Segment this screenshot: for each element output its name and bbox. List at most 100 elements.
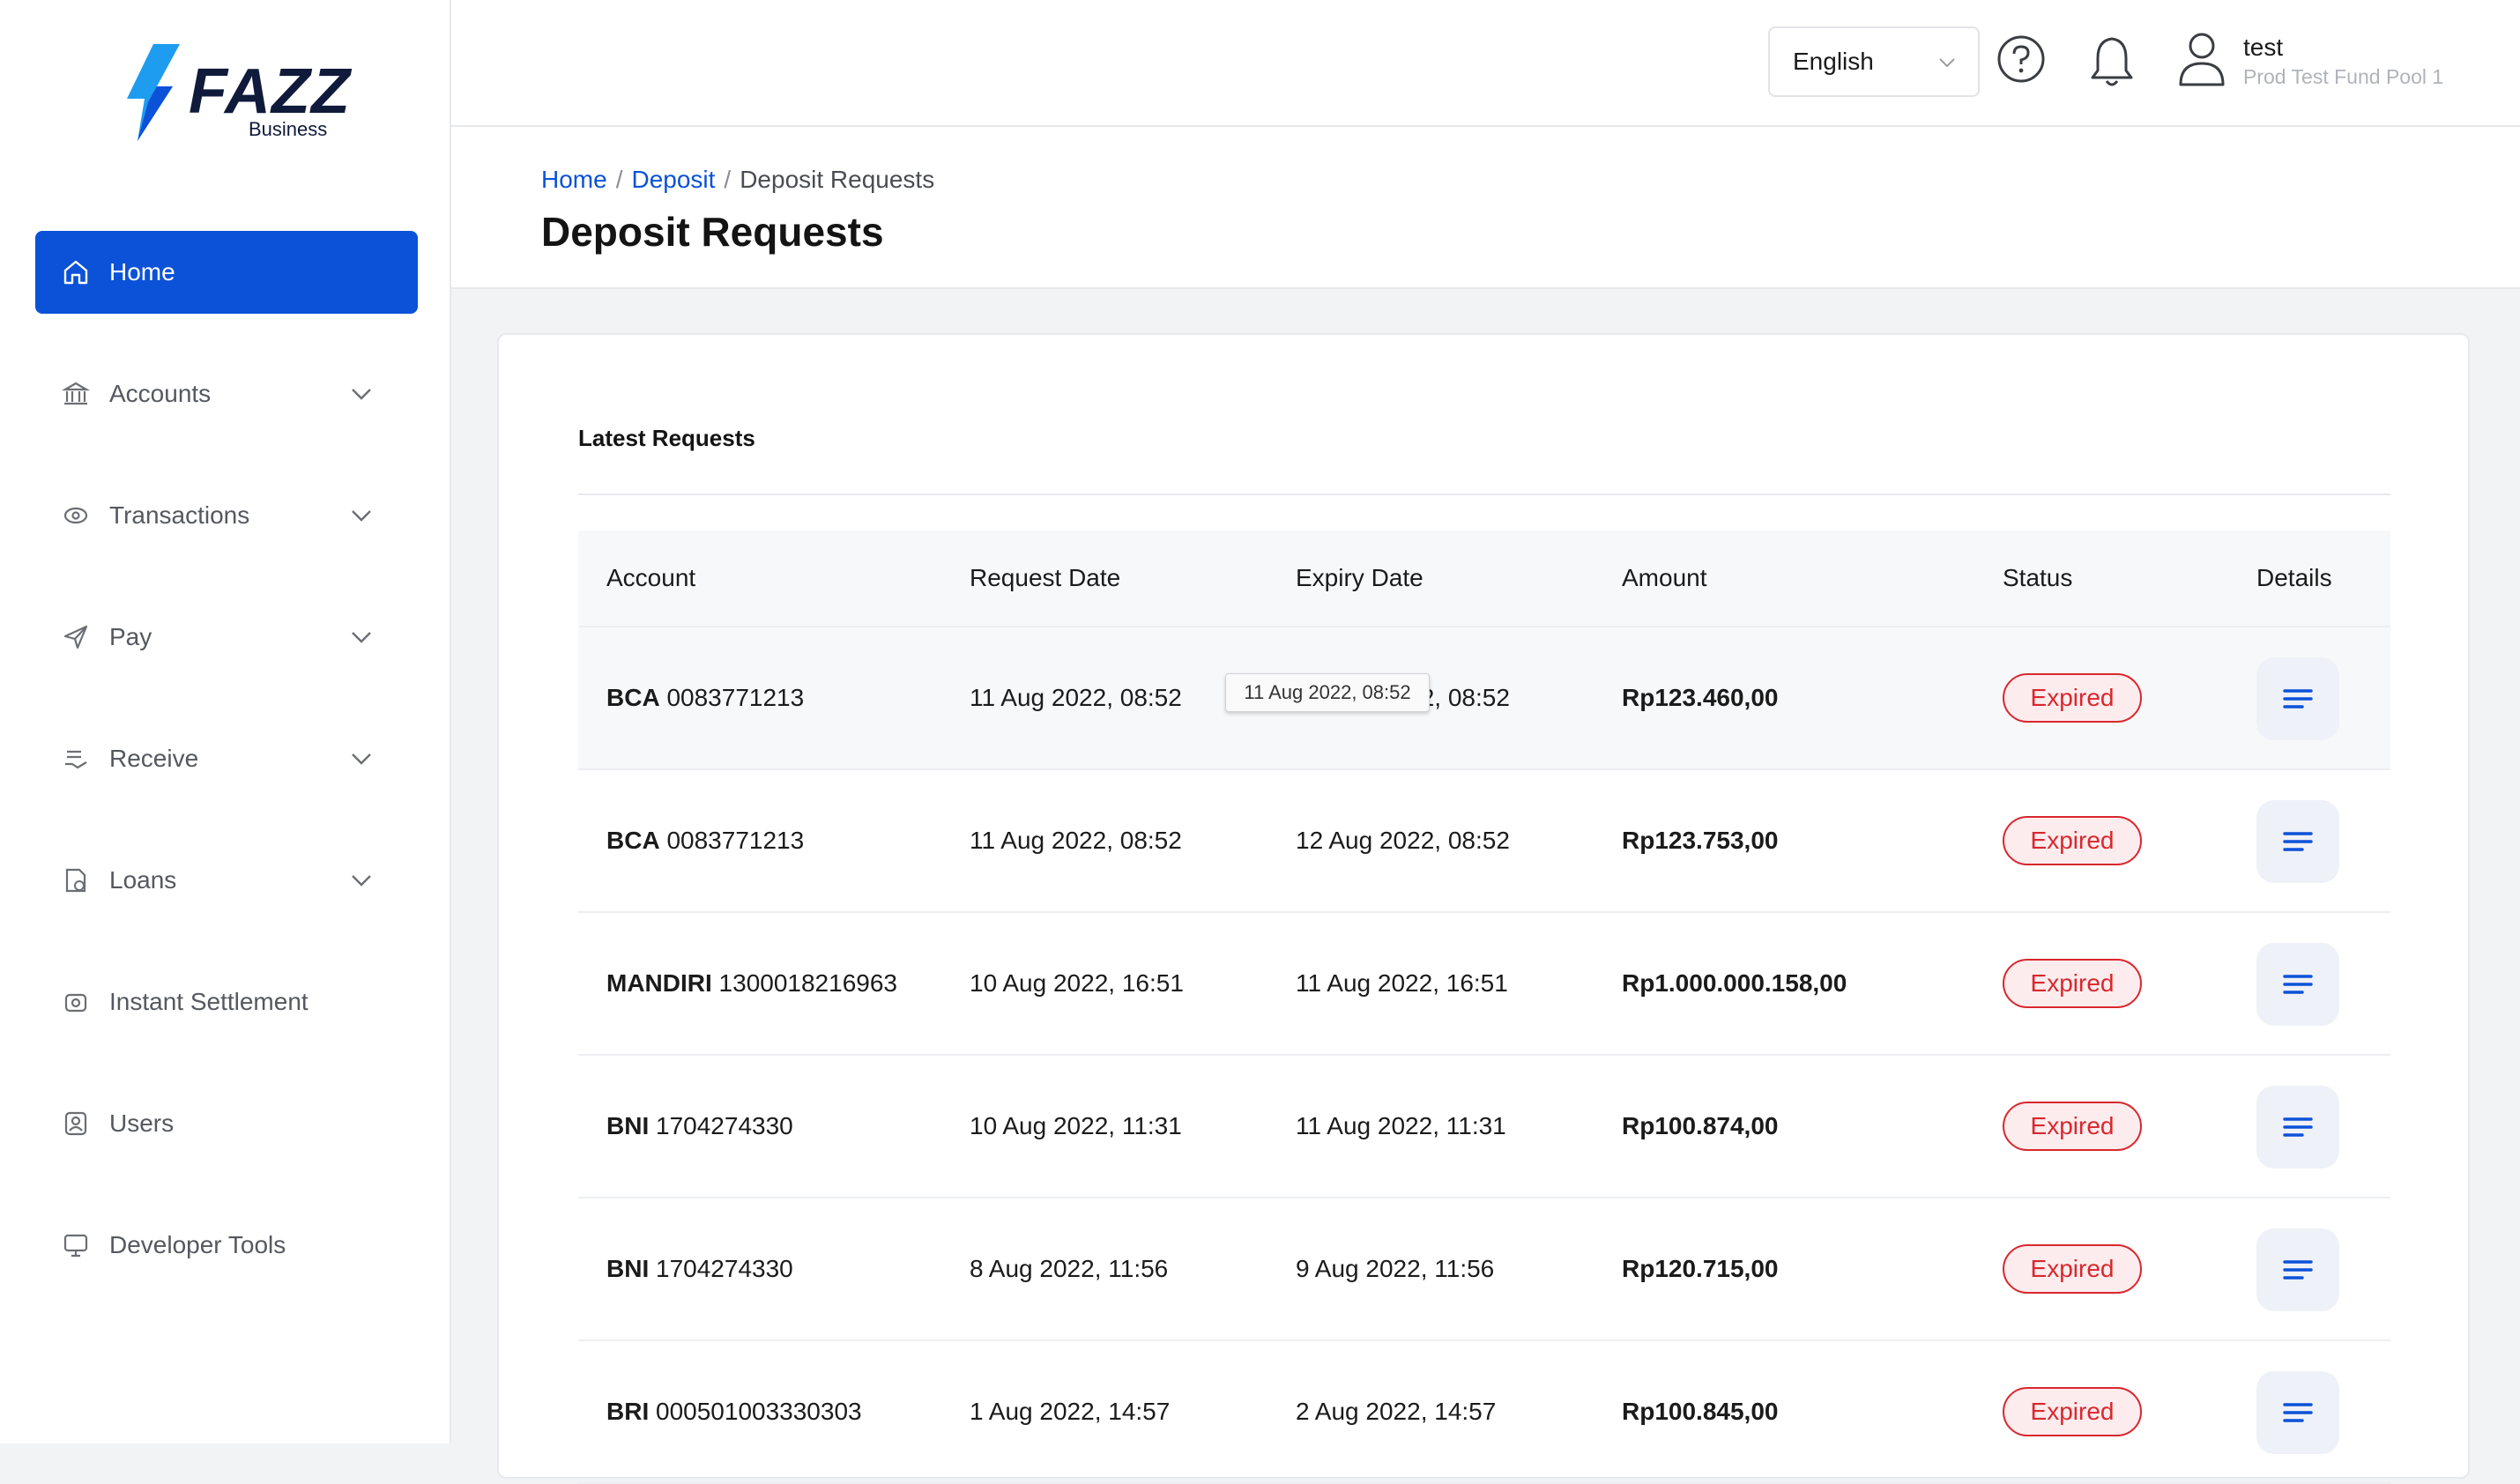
divider: [578, 493, 2390, 495]
breadcrumb-deposit-link[interactable]: Deposit: [631, 166, 715, 193]
bank-name: BCA: [606, 684, 660, 711]
request-date-cell: 8 Aug 2022, 11:56: [970, 1255, 1169, 1282]
expiry-date-cell: 11 Aug 2022, 16:51: [1296, 969, 1508, 997]
transactions-icon: [60, 500, 92, 531]
amount-cell: Rp100.874,00: [1622, 1112, 1779, 1139]
expiry-date-cell: 2 Aug 2022, 14:57: [1296, 1398, 1497, 1425]
sidebar-item-label: Accounts: [109, 380, 212, 407]
status-badge: Expired: [2003, 1387, 2142, 1436]
sidebar-item-loans[interactable]: Loans: [35, 839, 418, 922]
user-name[interactable]: test: [2243, 33, 2283, 62]
help-icon[interactable]: [1996, 33, 2047, 85]
sidebar-item-users[interactable]: Users: [35, 1082, 418, 1165]
chevron-down-icon: [352, 875, 371, 887]
request-date-cell: 11 Aug 2022, 08:52: [970, 827, 1182, 854]
sidebar-item-developer-tools[interactable]: Developer Tools: [35, 1204, 418, 1287]
amount-cell: Rp123.753,00: [1622, 827, 1779, 854]
status-badge: Expired: [2003, 1244, 2142, 1294]
chevron-down-icon: [352, 632, 371, 643]
sidebar: FAZZ Business Home Accounts Transactions…: [0, 0, 451, 1443]
table-row[interactable]: BCA 0083771213 11 Aug 2022, 08:52 12 Aug…: [578, 770, 2390, 913]
list-icon: [2283, 975, 2313, 994]
bank-name: MANDIRI: [606, 969, 712, 997]
details-button[interactable]: [2256, 943, 2339, 1026]
chevron-down-icon: [1939, 58, 1955, 68]
sidebar-item-pay[interactable]: Pay: [35, 596, 418, 679]
account-cell: MANDIRI 1300018216963: [606, 969, 897, 998]
page-title: Deposit Requests: [541, 209, 884, 255]
amount-cell: Rp120.715,00: [1622, 1255, 1779, 1282]
request-date-cell: 11 Aug 2022, 08:52: [970, 684, 1182, 711]
details-button[interactable]: [2256, 1228, 2339, 1311]
table-row[interactable]: MANDIRI 1300018216963 10 Aug 2022, 16:51…: [578, 913, 2390, 1056]
brand-name: FAZZ: [189, 56, 351, 127]
sidebar-item-label: Pay: [109, 623, 152, 650]
list-icon: [2283, 1403, 2313, 1422]
send-icon: [60, 621, 92, 653]
sidebar-item-label: Instant Settlement: [109, 988, 308, 1015]
language-select[interactable]: English: [1768, 26, 1980, 97]
column-header-details: Details: [2256, 564, 2332, 591]
sidebar-item-receive[interactable]: Receive: [35, 717, 418, 800]
account-number: 1704274330: [656, 1255, 793, 1282]
bank-name: BNI: [606, 1255, 650, 1282]
status-badge: Expired: [2003, 673, 2142, 723]
bank-icon: [60, 378, 92, 410]
column-header-account: Account: [606, 564, 696, 591]
expiry-date-cell: 11 Aug 2022, 11:31: [1296, 1112, 1506, 1139]
chevron-down-icon: [352, 510, 371, 522]
user-org: Prod Test Fund Pool 1: [2243, 65, 2444, 88]
amount-cell: Rp100.845,00: [1622, 1398, 1779, 1425]
request-date-cell: 10 Aug 2022, 11:31: [970, 1112, 1182, 1139]
requests-table: Account Request Date Expiry Date Amount …: [578, 531, 2390, 1484]
breadcrumb-current: Deposit Requests: [740, 166, 935, 193]
sidebar-item-accounts[interactable]: Accounts: [35, 352, 418, 435]
sidebar-item-instant-settlement[interactable]: Instant Settlement: [35, 961, 418, 1043]
receive-icon: [60, 743, 92, 775]
bank-name: BCA: [606, 827, 660, 854]
fazz-logo[interactable]: FAZZ Business: [118, 41, 350, 146]
expiry-date-cell: 9 Aug 2022, 11:56: [1296, 1255, 1495, 1282]
latest-requests-card: Latest Requests Account Request Date Exp…: [497, 333, 2470, 1484]
account-cell: BCA 0083771213: [606, 827, 804, 855]
details-button[interactable]: [2256, 1086, 2339, 1169]
bell-icon[interactable]: [2085, 33, 2138, 90]
table-row[interactable]: BNI 1704274330 10 Aug 2022, 11:31 11 Aug…: [578, 1056, 2390, 1198]
table-row[interactable]: BRI 000501003330303 1 Aug 2022, 14:57 2 …: [578, 1341, 2390, 1484]
status-badge: Expired: [2003, 816, 2142, 865]
sidebar-item-transactions[interactable]: Transactions: [35, 474, 418, 557]
list-icon: [2283, 832, 2313, 851]
breadcrumb: Home / Deposit / Deposit Requests: [541, 166, 934, 194]
table-row[interactable]: BCA 0083771213 11 Aug 2022, 08:52 12 Aug…: [578, 627, 2390, 770]
column-header-expiry-date: Expiry Date: [1296, 564, 1424, 591]
settlement-icon: [60, 986, 92, 1018]
home-icon: [60, 256, 92, 288]
sidebar-item-label: Transactions: [109, 501, 250, 529]
topbar: English test Prod Test Fund Pool 1: [451, 0, 2520, 127]
column-header-amount: Amount: [1622, 564, 1707, 591]
language-value: English: [1793, 48, 1874, 75]
user-avatar-icon[interactable]: [2174, 30, 2230, 88]
account-number: 000501003330303: [656, 1398, 862, 1425]
sidebar-item-label: Receive: [109, 745, 199, 772]
bank-name: BRI: [606, 1398, 650, 1425]
breadcrumb-home-link[interactable]: Home: [541, 166, 607, 193]
expiry-date-cell: 12 Aug 2022, 08:52: [1296, 827, 1510, 854]
account-cell: BNI 1704274330: [606, 1112, 793, 1140]
account-number: 0083771213: [666, 684, 805, 711]
account-cell: BRI 000501003330303: [606, 1398, 862, 1426]
details-button[interactable]: [2256, 1371, 2339, 1454]
status-badge: Expired: [2003, 959, 2142, 1008]
chevron-down-icon: [352, 753, 371, 765]
account-cell: BCA 0083771213: [606, 684, 804, 712]
sidebar-item-home[interactable]: Home: [35, 231, 418, 314]
list-icon: [2283, 1260, 2313, 1280]
users-icon: [60, 1108, 92, 1139]
details-button[interactable]: [2256, 800, 2339, 883]
fazz-bolt-icon: [127, 44, 180, 141]
status-badge: Expired: [2003, 1102, 2142, 1151]
breadcrumb-separator: /: [615, 166, 623, 193]
column-header-status: Status: [2003, 564, 2073, 591]
details-button[interactable]: [2256, 657, 2339, 740]
table-row[interactable]: BNI 1704274330 8 Aug 2022, 11:56 9 Aug 2…: [578, 1198, 2390, 1341]
